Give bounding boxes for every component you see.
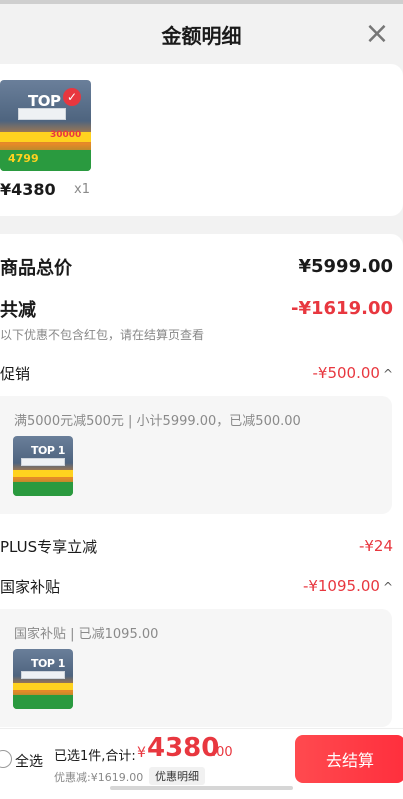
subsidy-label: 国家补贴: [0, 578, 61, 596]
thumb-top-text: TOP: [28, 92, 61, 110]
close-icon[interactable]: ×: [363, 19, 391, 49]
promo-toggle[interactable]: -¥500.00 ^: [312, 364, 393, 382]
air-conditioner-image: [21, 671, 65, 679]
total-amount-decimal: .00: [212, 745, 233, 760]
thumb-price-text: 4799: [8, 152, 39, 165]
reduce-value: -¥1619.00: [291, 298, 393, 319]
thumb-top-text: TOP 1: [31, 444, 65, 457]
air-conditioner-image: [21, 458, 65, 466]
promo-detail-text: 满5000元减500元 | 小计5999.00，已减500.00: [14, 414, 301, 429]
total-price-value: ¥5999.00: [298, 256, 393, 277]
promo-value: -¥500.00: [312, 364, 380, 382]
total-price-label: 商品总价: [0, 258, 72, 279]
discount-note: 以下优惠不包含红包，请在结算页查看: [0, 328, 205, 342]
home-indicator: [110, 786, 293, 790]
header: 金额明细 ×: [0, 4, 403, 64]
product-thumbnail[interactable]: TOP ✓ 30000 4799: [0, 80, 91, 171]
subsidy-value: -¥1095.00: [302, 577, 380, 595]
chevron-up-icon: ^: [382, 580, 393, 594]
promo-detail-box: 满5000元减500元 | 小计5999.00，已减500.00 TOP 1: [0, 396, 392, 514]
discount-detail-button[interactable]: 优惠明细: [149, 767, 205, 785]
page-title: 金额明细: [161, 23, 242, 48]
select-all-label[interactable]: 全选: [15, 751, 43, 771]
subsidy-product-thumbnail[interactable]: TOP 1: [13, 649, 73, 709]
discount-summary: 优惠减:¥1619.00: [54, 771, 144, 784]
subsidy-detail-box: 国家补贴 | 已减1095.00 TOP 1: [0, 609, 392, 727]
selected-count: 已选1件,合计:: [54, 749, 136, 764]
promo-label: 促销: [0, 365, 31, 383]
price-band: [13, 695, 73, 709]
chevron-up-icon: ^: [382, 367, 393, 381]
thumb-top-text: TOP 1: [31, 657, 65, 670]
select-all-radio[interactable]: [0, 750, 12, 768]
subsidy-toggle[interactable]: -¥1095.00 ^: [303, 577, 393, 595]
reduce-label: 共减: [0, 300, 36, 321]
total-amount: 4380: [147, 733, 220, 763]
product-price: ¥4380: [0, 180, 56, 199]
plus-value: -¥24: [358, 537, 393, 555]
price-band: [13, 482, 73, 496]
promo-band: [13, 683, 73, 690]
total-currency: ¥: [137, 745, 146, 761]
product-quantity: x1: [74, 182, 90, 197]
promo-product-thumbnail[interactable]: TOP 1: [13, 436, 73, 496]
subsidy-detail-text: 国家补贴 | 已减1095.00: [14, 627, 159, 642]
promo-band: [13, 470, 73, 477]
thumb-coupon-text: 30000: [50, 130, 82, 140]
checkout-button[interactable]: 去结算: [295, 735, 403, 783]
plus-label: PLUS专享立减: [0, 538, 98, 556]
check-badge-icon: ✓: [63, 88, 81, 106]
